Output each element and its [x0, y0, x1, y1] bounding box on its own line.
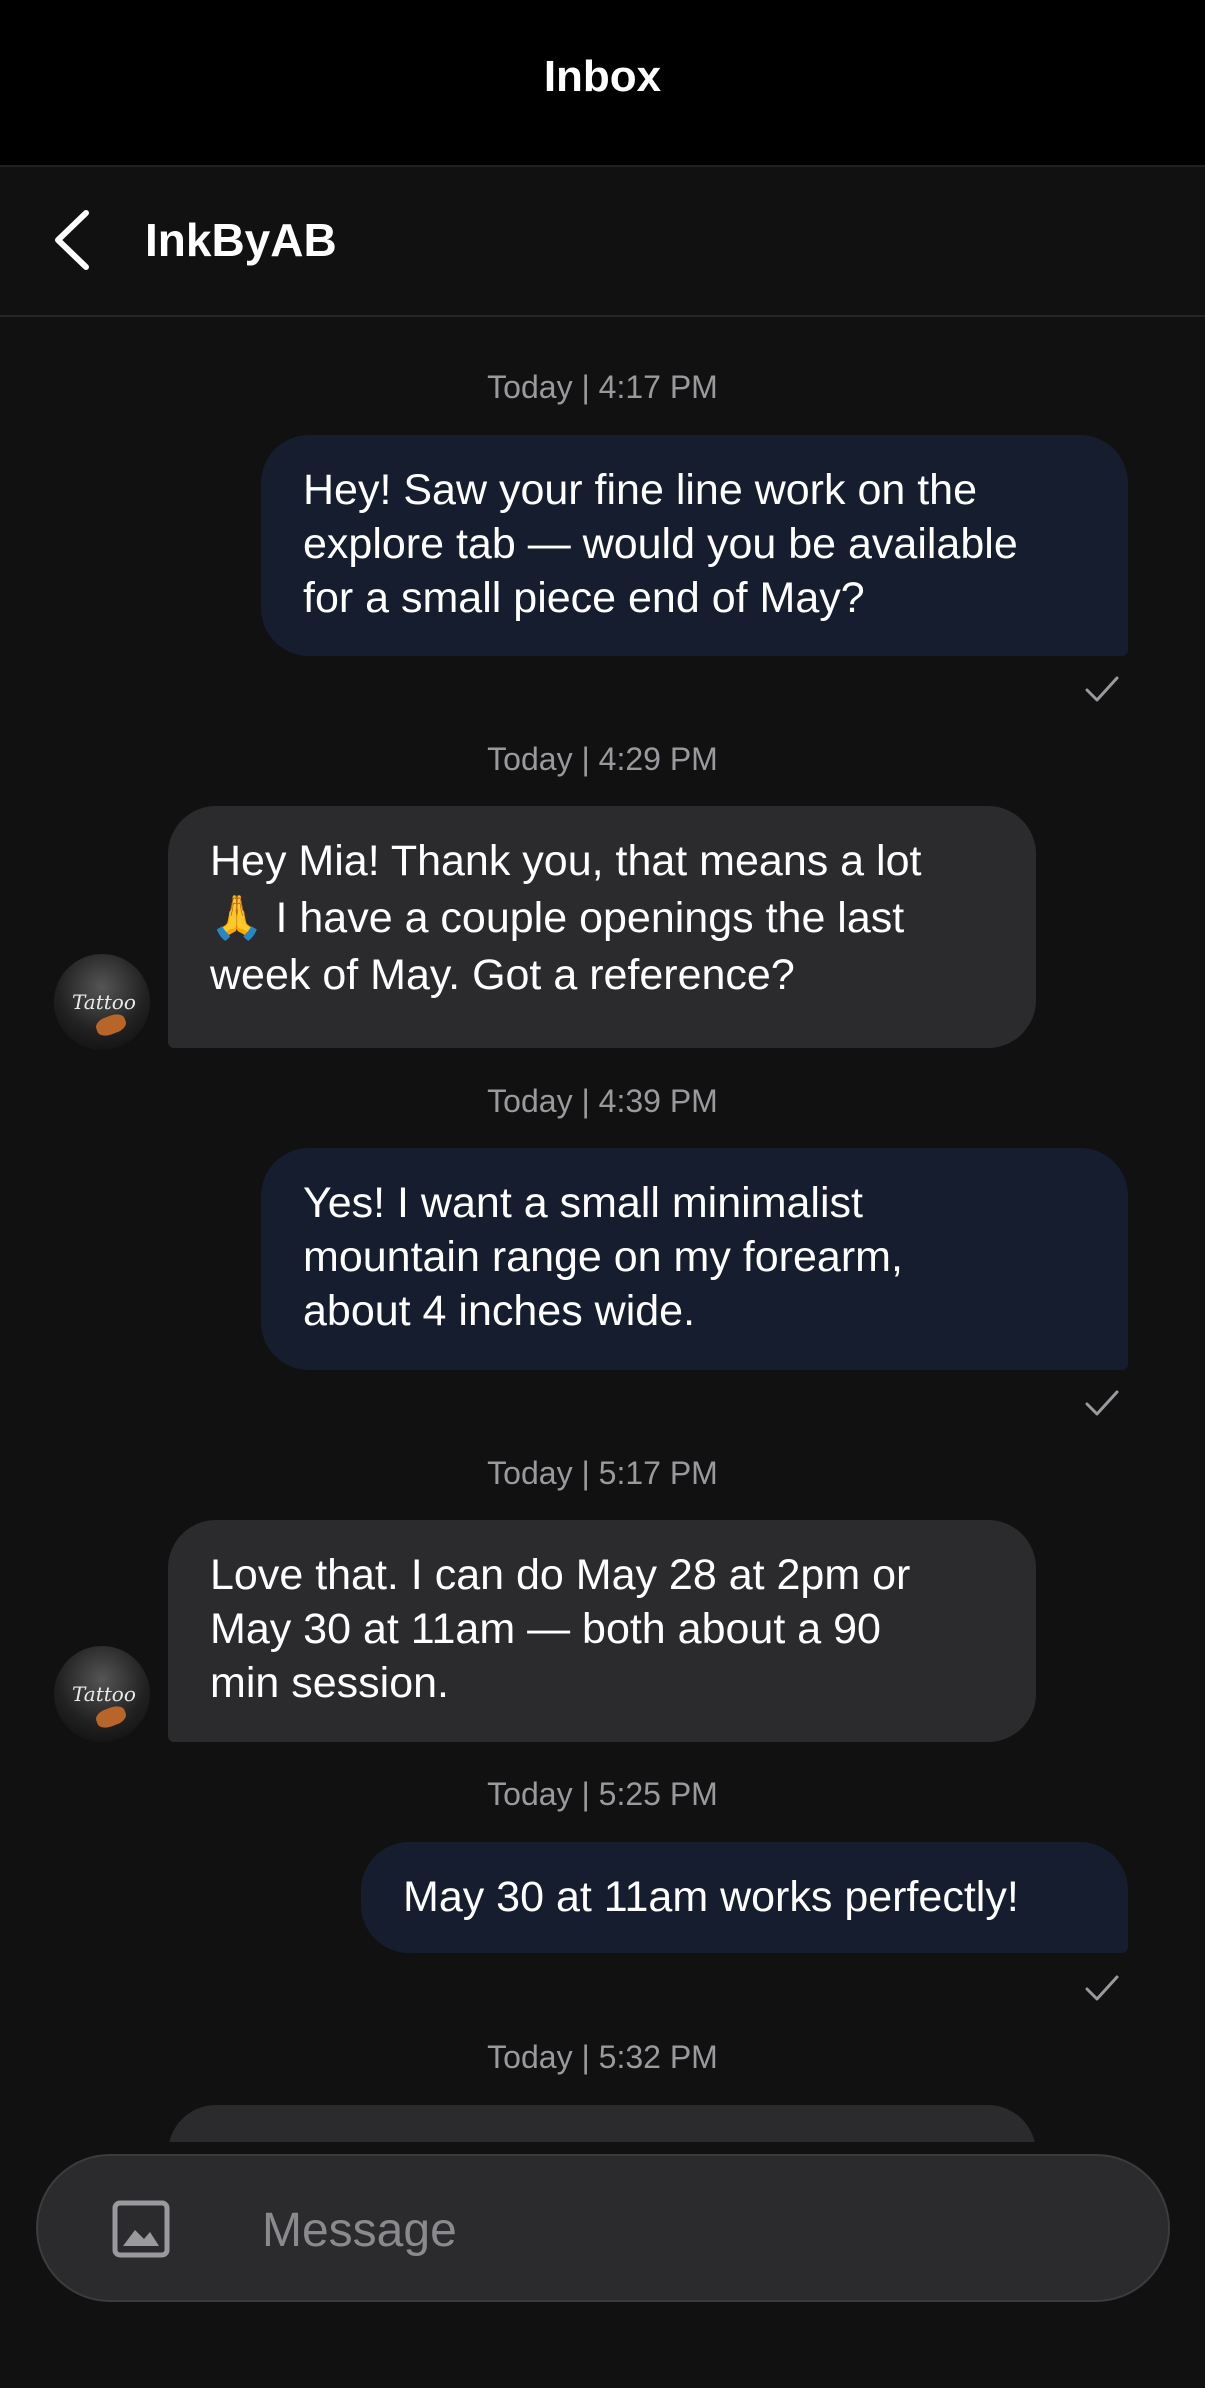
- chat-header: InkByAB: [0, 167, 1205, 317]
- message-line: about 4 inches wide.: [303, 1287, 696, 1335]
- message-timestamp: Today | 5:17 PM: [487, 1455, 718, 1491]
- message-list[interactable]: Today | 4:17 PM Hey! Saw your fine line …: [0, 317, 1205, 2142]
- avatar[interactable]: Tattoo: [54, 954, 150, 1050]
- avatar[interactable]: Tattoo: [54, 1646, 150, 1742]
- read-check-icon: [1085, 1390, 1119, 1416]
- message-line: week of May. Got a reference?: [210, 951, 795, 999]
- message-line: Yes! I want a small minimalist: [303, 1179, 863, 1227]
- sent-message-bubble[interactable]: Hey! Saw your fine line work on the expl…: [261, 435, 1128, 656]
- message-line: May 30 at 11am — both about a 90: [210, 1605, 881, 1653]
- attach-image-button[interactable]: [112, 2200, 170, 2258]
- sent-message-bubble[interactable]: Yes! I want a small minimalist mountain …: [261, 1148, 1128, 1370]
- sent-message-bubble[interactable]: May 30 at 11am works perfectly!: [361, 1842, 1128, 1953]
- message-line: Hey! Saw your fine line work on the: [303, 466, 977, 514]
- message-composer: [36, 2154, 1170, 2302]
- message-timestamp: Today | 5:32 PM: [487, 2039, 718, 2075]
- message-line: min session.: [210, 1659, 449, 1707]
- message-line: explore tab — would you be available: [303, 520, 1018, 568]
- page-title: Inbox: [543, 52, 662, 101]
- read-check-icon: [1085, 676, 1119, 702]
- message-line: mountain range on my forearm,: [303, 1233, 903, 1281]
- message-line: Love that. I can do May 28 at 2pm or: [210, 1551, 911, 1599]
- composer-area: [0, 2142, 1205, 2388]
- avatar-detail: [93, 1011, 129, 1039]
- avatar-detail: [93, 1703, 129, 1731]
- contact-name[interactable]: InkByAB: [145, 213, 337, 267]
- message-timestamp: Today | 4:17 PM: [487, 369, 718, 405]
- avatar-logo: Tattoo: [72, 990, 136, 1014]
- top-bar: Inbox: [0, 0, 1205, 167]
- message-line: for a small piece end of May?: [303, 574, 865, 622]
- message-timestamp: Today | 4:29 PM: [487, 741, 718, 777]
- message-input[interactable]: [260, 2186, 1124, 2274]
- chevron-left-icon: [55, 210, 89, 270]
- received-message-bubble[interactable]: Hey Mia! Thank you, that means a lot 🙏 I…: [168, 806, 1036, 1048]
- received-message-bubble[interactable]: [168, 2105, 1036, 2142]
- read-check-icon: [1085, 1975, 1119, 2001]
- message-timestamp: Today | 5:25 PM: [487, 1776, 718, 1812]
- back-button[interactable]: [40, 205, 110, 275]
- received-message-bubble[interactable]: Love that. I can do May 28 at 2pm or May…: [168, 1520, 1036, 1742]
- message-line: 🙏 I have a couple openings the last: [210, 894, 905, 942]
- image-icon: [112, 2200, 170, 2258]
- avatar-logo: Tattoo: [72, 1682, 136, 1706]
- message-line: Hey Mia! Thank you, that means a lot: [210, 837, 922, 885]
- message-line: May 30 at 11am works perfectly!: [403, 1873, 1019, 1921]
- message-timestamp: Today | 4:39 PM: [487, 1083, 718, 1119]
